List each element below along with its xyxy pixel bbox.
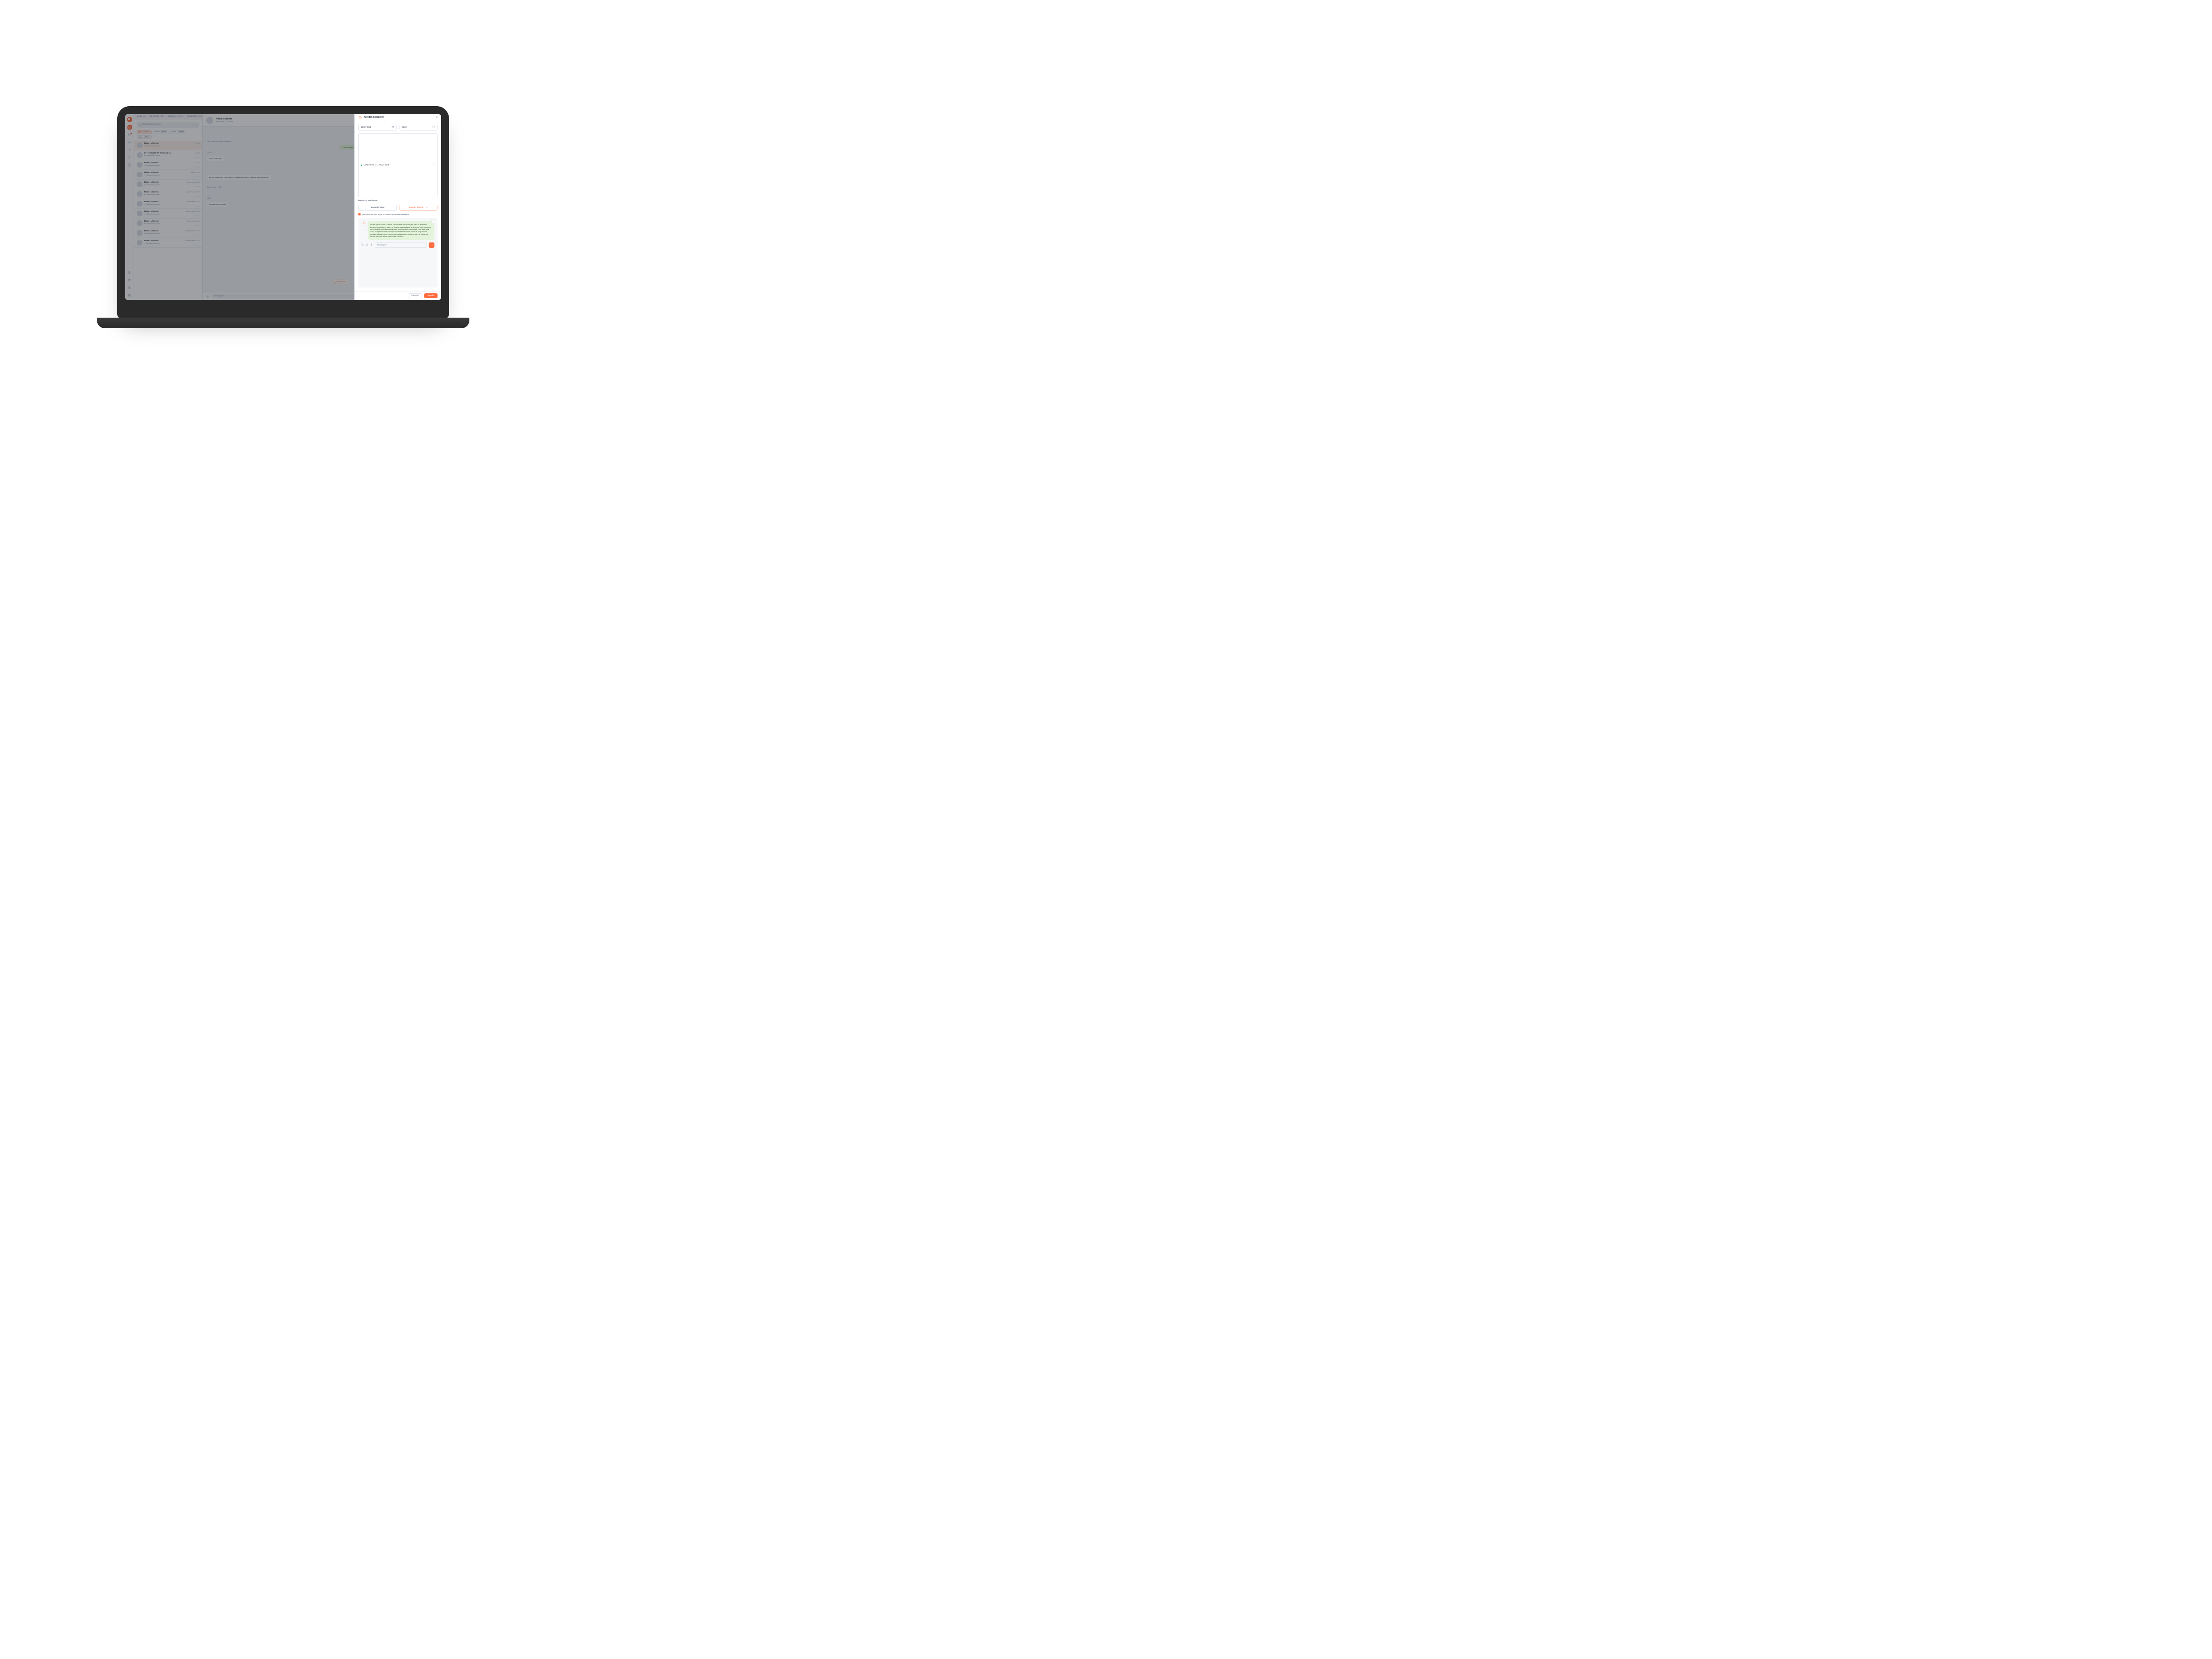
- checkbox-checked-icon: ✓: [358, 213, 361, 215]
- cancel-button[interactable]: Cancelar: [408, 293, 422, 298]
- status-dot: [361, 165, 362, 166]
- attach-icon[interactable]: [366, 243, 369, 247]
- channel-select[interactable]: Canal 1 | +55 (11) 9 1234 5678: [358, 133, 438, 197]
- clock-icon: [432, 126, 435, 129]
- panel-message-input[interactable]: Mensagem: [375, 242, 427, 248]
- message-preview: ✉ ✎ Lorem ipsum dolor sit amet, consecte…: [358, 218, 438, 288]
- send-button[interactable]: [429, 242, 434, 248]
- screen: Meus 0Campanha 16Pingando 999+Pendentes …: [125, 114, 441, 300]
- edit-message-button[interactable]: ✎: [432, 219, 436, 223]
- hide-username-label: Não quero que meu nome de usuário apareç…: [362, 213, 409, 215]
- chevron-down-icon: [432, 163, 435, 167]
- bot-avatar: ✉: [361, 221, 366, 226]
- time-field[interactable]: 12:00: [399, 125, 438, 131]
- panel-composer: Mensagem: [361, 242, 434, 248]
- laptop-frame: Meus 0Campanha 16Pingando 999+Pendentes …: [117, 106, 449, 319]
- dest-my-tab-button[interactable]: Minha aba Meus: [358, 205, 397, 211]
- emoji-icon[interactable]: [361, 243, 364, 247]
- panel-body: 01/01/2023 12:00 Canal 1 | +55 (11) 9 12…: [355, 121, 441, 291]
- date-field[interactable]: 01/01/2023: [358, 125, 397, 131]
- panel-title: Agendar mensagem: [364, 116, 384, 119]
- channel-value: Canal 1 | +55 (11) 9 1234 5678: [364, 164, 389, 166]
- panel-header: Agendar mensagem ×: [355, 114, 441, 121]
- date-value: 01/01/2023: [361, 127, 371, 129]
- preview-bubble: ✎ Lorem ipsum dolor sit amet, consectetu…: [368, 221, 434, 240]
- schedule-button[interactable]: Agendar: [424, 293, 438, 298]
- preview-text: Lorem ipsum dolor sit amet, consectetur …: [370, 223, 431, 238]
- panel-footer: Cancelar Agendar: [355, 291, 441, 300]
- clock-icon: [358, 116, 362, 119]
- dest-department-select[interactable]: Nome do departa…: [399, 205, 438, 211]
- chevron-down-icon: [426, 206, 428, 210]
- calendar-icon: [392, 126, 394, 129]
- mic-icon[interactable]: [370, 243, 373, 247]
- destination-label: Destino do atendimento: [358, 200, 438, 202]
- panel-input-placeholder: Mensagem: [377, 244, 387, 246]
- hide-username-checkbox[interactable]: ✓ Não quero que meu nome de usuário apar…: [358, 213, 438, 215]
- time-value: 12:00: [402, 127, 407, 129]
- close-button[interactable]: ×: [436, 116, 438, 119]
- schedule-message-panel: Agendar mensagem × 01/01/2023 12:00: [354, 114, 441, 300]
